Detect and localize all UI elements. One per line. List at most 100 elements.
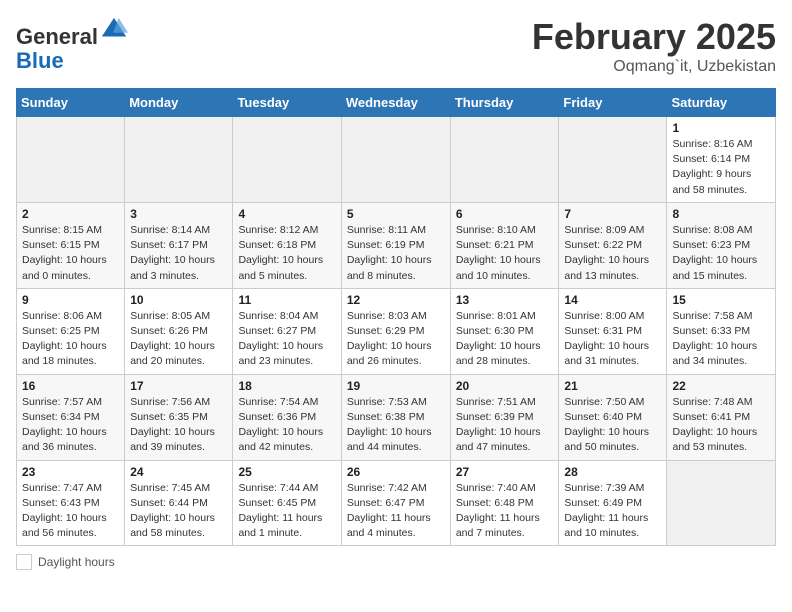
calendar-cell: 23 Sunrise: 7:47 AM Sunset: 6:43 PM Dayli… bbox=[17, 460, 125, 546]
day-info: Sunrise: 8:10 AM Sunset: 6:21 PM Dayligh… bbox=[456, 223, 554, 284]
calendar-week-row: 23 Sunrise: 7:47 AM Sunset: 6:43 PM Dayli… bbox=[17, 460, 776, 546]
day-number: 21 bbox=[564, 379, 661, 393]
calendar-cell: 7 Sunrise: 8:09 AM Sunset: 6:22 PM Daylig… bbox=[559, 202, 667, 288]
day-number: 17 bbox=[130, 379, 227, 393]
calendar-day-header: Saturday bbox=[667, 89, 776, 117]
calendar-day-header: Thursday bbox=[450, 89, 559, 117]
day-info: Sunrise: 7:56 AM Sunset: 6:35 PM Dayligh… bbox=[130, 395, 227, 456]
day-number: 3 bbox=[130, 207, 227, 221]
calendar-cell: 14 Sunrise: 8:00 AM Sunset: 6:31 PM Dayli… bbox=[559, 288, 667, 374]
day-info: Sunrise: 8:08 AM Sunset: 6:23 PM Dayligh… bbox=[672, 223, 770, 284]
day-info: Sunrise: 8:01 AM Sunset: 6:30 PM Dayligh… bbox=[456, 309, 554, 370]
day-number: 6 bbox=[456, 207, 554, 221]
day-number: 1 bbox=[672, 121, 770, 135]
calendar-cell: 17 Sunrise: 7:56 AM Sunset: 6:35 PM Dayli… bbox=[125, 374, 233, 460]
calendar-cell: 16Sunrise: 7:57 AM Sunset: 6:34 PM Dayli… bbox=[17, 374, 125, 460]
day-info: Sunrise: 8:11 AM Sunset: 6:19 PM Dayligh… bbox=[347, 223, 445, 284]
day-number: 8 bbox=[672, 207, 770, 221]
calendar-day-header: Tuesday bbox=[233, 89, 341, 117]
day-info: Sunrise: 8:09 AM Sunset: 6:22 PM Dayligh… bbox=[564, 223, 661, 284]
day-number: 24 bbox=[130, 465, 227, 479]
day-number: 14 bbox=[564, 293, 661, 307]
day-info: Sunrise: 8:05 AM Sunset: 6:26 PM Dayligh… bbox=[130, 309, 227, 370]
calendar-cell: 2Sunrise: 8:15 AM Sunset: 6:15 PM Daylig… bbox=[17, 202, 125, 288]
day-info: Sunrise: 7:48 AM Sunset: 6:41 PM Dayligh… bbox=[672, 395, 770, 456]
calendar-cell: 27 Sunrise: 7:40 AM Sunset: 6:48 PM Dayli… bbox=[450, 460, 559, 546]
legend-box bbox=[16, 554, 32, 570]
calendar-cell: 4 Sunrise: 8:12 AM Sunset: 6:18 PM Daylig… bbox=[233, 202, 341, 288]
day-info: Sunrise: 7:45 AM Sunset: 6:44 PM Dayligh… bbox=[130, 481, 227, 542]
calendar-cell: 22 Sunrise: 7:48 AM Sunset: 6:41 PM Dayli… bbox=[667, 374, 776, 460]
calendar-cell: 25Sunrise: 7:44 AM Sunset: 6:45 PM Dayli… bbox=[233, 460, 341, 546]
day-info: Sunrise: 7:54 AM Sunset: 6:36 PM Dayligh… bbox=[238, 395, 335, 456]
calendar-cell: 26 Sunrise: 7:42 AM Sunset: 6:47 PM Dayli… bbox=[341, 460, 450, 546]
day-info: Sunrise: 7:51 AM Sunset: 6:39 PM Dayligh… bbox=[456, 395, 554, 456]
calendar-cell bbox=[559, 117, 667, 203]
calendar-week-row: 2Sunrise: 8:15 AM Sunset: 6:15 PM Daylig… bbox=[17, 202, 776, 288]
day-info: Sunrise: 8:06 AM Sunset: 6:25 PM Dayligh… bbox=[22, 309, 119, 370]
calendar-cell bbox=[233, 117, 341, 203]
calendar-cell: 10 Sunrise: 8:05 AM Sunset: 6:26 PM Dayli… bbox=[125, 288, 233, 374]
calendar-cell: 28 Sunrise: 7:39 AM Sunset: 6:49 PM Dayli… bbox=[559, 460, 667, 546]
day-number: 7 bbox=[564, 207, 661, 221]
day-info: Sunrise: 8:00 AM Sunset: 6:31 PM Dayligh… bbox=[564, 309, 661, 370]
logo: General Blue bbox=[16, 16, 128, 73]
day-info: Sunrise: 8:04 AM Sunset: 6:27 PM Dayligh… bbox=[238, 309, 335, 370]
calendar-cell bbox=[17, 117, 125, 203]
calendar-day-header: Friday bbox=[559, 89, 667, 117]
calendar-cell bbox=[450, 117, 559, 203]
day-info: Sunrise: 8:14 AM Sunset: 6:17 PM Dayligh… bbox=[130, 223, 227, 284]
calendar-cell bbox=[341, 117, 450, 203]
logo-text: General bbox=[16, 16, 128, 49]
logo-blue-text: Blue bbox=[16, 49, 128, 73]
calendar-cell: 6 Sunrise: 8:10 AM Sunset: 6:21 PM Daylig… bbox=[450, 202, 559, 288]
day-info: Sunrise: 8:03 AM Sunset: 6:29 PM Dayligh… bbox=[347, 309, 445, 370]
day-info: Sunrise: 7:39 AM Sunset: 6:49 PM Dayligh… bbox=[564, 481, 661, 542]
day-number: 5 bbox=[347, 207, 445, 221]
page-header: General Blue February 2025 Oqmang`it, Uz… bbox=[16, 16, 776, 76]
calendar-cell: 9 Sunrise: 8:06 AM Sunset: 6:25 PM Daylig… bbox=[17, 288, 125, 374]
day-number: 16 bbox=[22, 379, 119, 393]
day-number: 26 bbox=[347, 465, 445, 479]
day-number: 12 bbox=[347, 293, 445, 307]
day-number: 23 bbox=[22, 465, 119, 479]
calendar-cell: 20 Sunrise: 7:51 AM Sunset: 6:39 PM Dayli… bbox=[450, 374, 559, 460]
calendar-cell bbox=[125, 117, 233, 203]
day-number: 9 bbox=[22, 293, 119, 307]
day-number: 10 bbox=[130, 293, 227, 307]
legend: Daylight hours bbox=[16, 554, 776, 570]
day-number: 2 bbox=[22, 207, 119, 221]
calendar-location: Oqmang`it, Uzbekistan bbox=[532, 58, 776, 76]
calendar-cell bbox=[667, 460, 776, 546]
day-number: 27 bbox=[456, 465, 554, 479]
legend-label: Daylight hours bbox=[38, 555, 115, 569]
day-info: Sunrise: 7:53 AM Sunset: 6:38 PM Dayligh… bbox=[347, 395, 445, 456]
calendar-cell: 18Sunrise: 7:54 AM Sunset: 6:36 PM Dayli… bbox=[233, 374, 341, 460]
calendar-cell: 13Sunrise: 8:01 AM Sunset: 6:30 PM Dayli… bbox=[450, 288, 559, 374]
day-number: 4 bbox=[238, 207, 335, 221]
day-number: 15 bbox=[672, 293, 770, 307]
calendar-table: SundayMondayTuesdayWednesdayThursdayFrid… bbox=[16, 88, 776, 546]
calendar-cell: 24 Sunrise: 7:45 AM Sunset: 6:44 PM Dayli… bbox=[125, 460, 233, 546]
calendar-day-header: Sunday bbox=[17, 89, 125, 117]
calendar-header-row: SundayMondayTuesdayWednesdayThursdayFrid… bbox=[17, 89, 776, 117]
day-number: 19 bbox=[347, 379, 445, 393]
calendar-week-row: 16Sunrise: 7:57 AM Sunset: 6:34 PM Dayli… bbox=[17, 374, 776, 460]
day-info: Sunrise: 7:50 AM Sunset: 6:40 PM Dayligh… bbox=[564, 395, 661, 456]
calendar-day-header: Wednesday bbox=[341, 89, 450, 117]
calendar-cell: 1 Sunrise: 8:16 AM Sunset: 6:14 PM Daylig… bbox=[667, 117, 776, 203]
day-number: 28 bbox=[564, 465, 661, 479]
day-info: Sunrise: 8:16 AM Sunset: 6:14 PM Dayligh… bbox=[672, 137, 770, 198]
calendar-day-header: Monday bbox=[125, 89, 233, 117]
day-info: Sunrise: 7:42 AM Sunset: 6:47 PM Dayligh… bbox=[347, 481, 445, 542]
day-info: Sunrise: 8:12 AM Sunset: 6:18 PM Dayligh… bbox=[238, 223, 335, 284]
day-info: Sunrise: 7:40 AM Sunset: 6:48 PM Dayligh… bbox=[456, 481, 554, 542]
calendar-week-row: 1 Sunrise: 8:16 AM Sunset: 6:14 PM Daylig… bbox=[17, 117, 776, 203]
day-number: 20 bbox=[456, 379, 554, 393]
day-info: Sunrise: 7:47 AM Sunset: 6:43 PM Dayligh… bbox=[22, 481, 119, 542]
calendar-cell: 19 Sunrise: 7:53 AM Sunset: 6:38 PM Dayli… bbox=[341, 374, 450, 460]
day-number: 22 bbox=[672, 379, 770, 393]
day-info: Sunrise: 7:58 AM Sunset: 6:33 PM Dayligh… bbox=[672, 309, 770, 370]
calendar-cell: 11Sunrise: 8:04 AM Sunset: 6:27 PM Dayli… bbox=[233, 288, 341, 374]
day-info: Sunrise: 7:44 AM Sunset: 6:45 PM Dayligh… bbox=[238, 481, 335, 542]
